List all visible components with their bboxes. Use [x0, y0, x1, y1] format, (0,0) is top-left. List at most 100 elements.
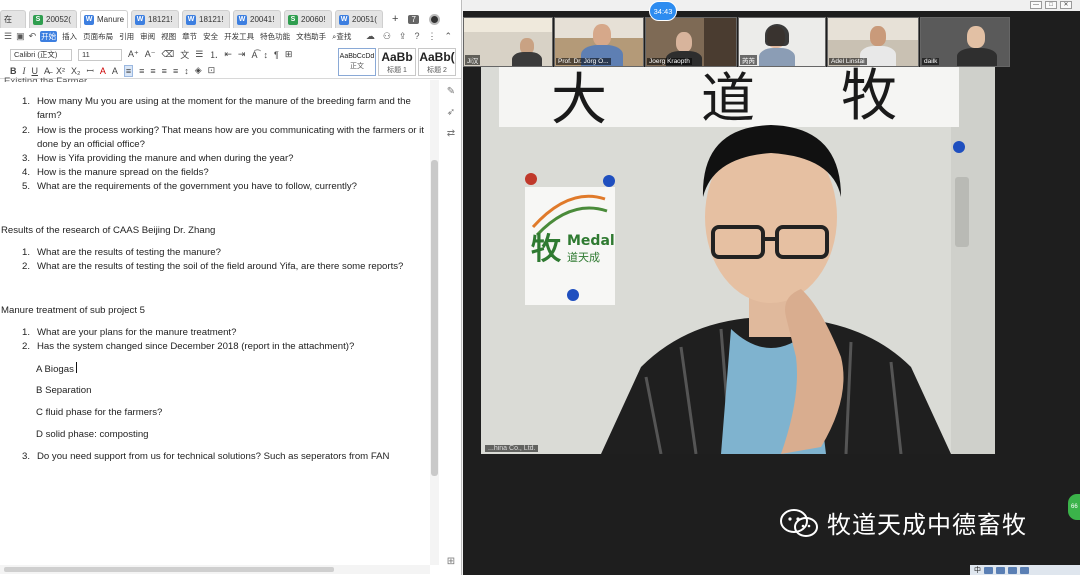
tab-count-badge[interactable]: 7: [408, 14, 419, 24]
ribbon-tab-developer[interactable]: 开发工具: [223, 31, 255, 42]
ribbon-tab-review[interactable]: 审阅: [139, 31, 156, 42]
horizontal-scrollbar[interactable]: [0, 565, 430, 574]
grid-icon[interactable]: ⊞: [447, 556, 455, 567]
doc-tab-4[interactable]: W 18121!: [182, 10, 230, 28]
document-page[interactable]: Existing the Farmer 1. How many Mu you a…: [0, 76, 428, 565]
numbering-icon[interactable]: ⒈: [209, 48, 218, 61]
vertical-scrollbar[interactable]: [430, 80, 439, 565]
doc-tab-3[interactable]: W 18121!: [131, 10, 179, 28]
pen-icon[interactable]: ✎: [447, 86, 455, 97]
close-icon[interactable]: ✕: [1060, 1, 1072, 9]
style-heading-2[interactable]: AaBb( 标题 2: [418, 48, 456, 76]
show-marks-icon[interactable]: ¶: [274, 50, 279, 60]
ribbon-tab-home[interactable]: 开始: [40, 30, 58, 42]
table-icon[interactable]: ⊞: [285, 49, 293, 60]
close-icon[interactable]: ✕: [127, 14, 128, 25]
scrollbar-thumb[interactable]: [4, 567, 334, 572]
participant-tile[interactable]: Adel Linstai: [827, 17, 919, 67]
writer-icon: W: [237, 14, 247, 25]
share-icon[interactable]: ⇪: [399, 31, 407, 42]
font-color-icon[interactable]: A: [100, 66, 106, 76]
bold-button[interactable]: B: [10, 66, 17, 76]
strikethrough-icon[interactable]: A̶: [44, 66, 50, 76]
pointer-icon[interactable]: ➶: [447, 107, 455, 118]
ribbon-tab-insert[interactable]: 插入: [61, 31, 78, 42]
more-icon[interactable]: ⋮: [427, 31, 436, 42]
new-tab-button[interactable]: +: [392, 13, 398, 25]
side-toolbar: ✎ ➶ ⇄ ⊞: [440, 80, 461, 575]
list-text: What are the requirements of the governm…: [37, 181, 357, 192]
align-left-button[interactable]: ≡: [123, 64, 134, 77]
style-heading-1[interactable]: AaBb 标题 1: [378, 48, 416, 76]
avatar[interactable]: [428, 13, 440, 25]
doc-tab-5[interactable]: W 20041!: [233, 10, 281, 28]
doc-tab-0[interactable]: 在: [0, 10, 26, 28]
indent-icon[interactable]: ⇥: [238, 49, 246, 60]
style-sample: AaBbCcDd: [339, 53, 375, 60]
wechat-watermark: 牧道天成中德畜牧: [779, 505, 1027, 540]
superscript-icon[interactable]: X²: [56, 66, 65, 76]
bullets-icon[interactable]: ☰: [195, 49, 203, 60]
underline-button[interactable]: U: [32, 66, 39, 76]
subscript-icon[interactable]: X₂: [71, 66, 81, 76]
side-badge[interactable]: 66: [1068, 494, 1080, 520]
volume-icon[interactable]: [996, 566, 1005, 574]
justify-button[interactable]: ≡: [162, 66, 167, 76]
participant-tile[interactable]: dailk: [920, 17, 1010, 67]
participant-tile[interactable]: Ji汉: [463, 17, 553, 67]
ribbon-tab-assistant[interactable]: 文档助手: [295, 31, 327, 42]
video-meeting-window: 34:43 — □ ✕ Ji汉 Prof. Dr. Jörg O... Joer…: [463, 0, 1080, 575]
shrink-font-icon[interactable]: A⁻: [145, 49, 156, 60]
ribbon-tab-view[interactable]: 视图: [160, 31, 177, 42]
doc-tab-6[interactable]: S 20060!: [284, 10, 332, 28]
clear-format-icon[interactable]: ⌫: [162, 49, 175, 60]
ribbon-tab-references[interactable]: 引用: [118, 31, 135, 42]
ribbon-tab-features[interactable]: 特色功能: [259, 31, 291, 42]
maximize-icon[interactable]: □: [1045, 1, 1057, 9]
grow-font-icon[interactable]: A⁺: [128, 49, 139, 60]
participant-tile[interactable]: Prof. Dr. Jörg O...: [554, 17, 644, 67]
distributed-button[interactable]: ≡: [173, 66, 178, 76]
line-spacing-icon[interactable]: ↕: [184, 66, 189, 76]
shading-icon[interactable]: ◈: [195, 65, 202, 76]
sort-icon[interactable]: ↕: [263, 50, 268, 60]
minimize-icon[interactable]: —: [1030, 1, 1042, 9]
notification-icon[interactable]: [1020, 566, 1029, 574]
system-tray: 中: [970, 565, 1080, 575]
ribbon-tab-security[interactable]: 安全: [202, 31, 219, 42]
ribbon-tab-layout[interactable]: 页面布局: [82, 31, 114, 42]
char-shading-icon[interactable]: A: [112, 66, 118, 76]
main-video-feed[interactable]: 大 道 牧 牧 Medal 道天成 ...hina Co., Ltd.: [481, 67, 995, 454]
collapse-ribbon-icon[interactable]: ⌃: [444, 31, 452, 42]
ime-indicator[interactable]: 中: [974, 565, 981, 575]
font-size-select[interactable]: 11: [78, 48, 122, 61]
align-right-button[interactable]: ≡: [150, 66, 155, 76]
style-normal[interactable]: AaBbCcDd 正文: [338, 48, 376, 76]
font-family-select[interactable]: Calibri (正文): [10, 48, 72, 61]
borders-icon[interactable]: ⊡: [208, 65, 216, 76]
chinese-layout-icon[interactable]: A͡: [251, 50, 257, 60]
transfer-icon[interactable]: ⇄: [447, 128, 455, 139]
collaborate-icon[interactable]: ⚇: [383, 31, 391, 42]
keyboard-icon[interactable]: [1008, 566, 1017, 574]
ribbon-tab-section[interactable]: 章节: [181, 31, 198, 42]
menu-icon[interactable]: ☰: [4, 31, 12, 42]
outdent-icon[interactable]: ⇤: [224, 49, 232, 60]
scrollbar-thumb[interactable]: [431, 160, 438, 476]
ribbon-search[interactable]: ⌕查找: [331, 31, 352, 42]
phonetic-icon[interactable]: 文: [180, 48, 189, 61]
italic-button[interactable]: I: [23, 66, 26, 76]
cloud-sync-icon[interactable]: ☁: [366, 31, 375, 42]
doc-tab-1[interactable]: S 20052(: [29, 10, 77, 28]
help-icon[interactable]: ?: [414, 31, 419, 42]
participant-tile[interactable]: 芮芮: [738, 17, 826, 67]
align-center-button[interactable]: ≡: [139, 66, 144, 76]
participant-tile[interactable]: Joerg Kraopth: [645, 17, 737, 67]
doc-tab-7[interactable]: W 20051(: [335, 10, 383, 28]
save-icon[interactable]: ▣: [16, 31, 25, 42]
doc-tab-2[interactable]: W Manure ✕: [80, 10, 128, 28]
undo-icon[interactable]: ↶: [29, 31, 37, 42]
highlight-icon[interactable]: ꟷ: [87, 64, 94, 77]
network-icon[interactable]: [984, 566, 993, 574]
sub-item: C fluid phase for the farmers?: [36, 407, 163, 418]
